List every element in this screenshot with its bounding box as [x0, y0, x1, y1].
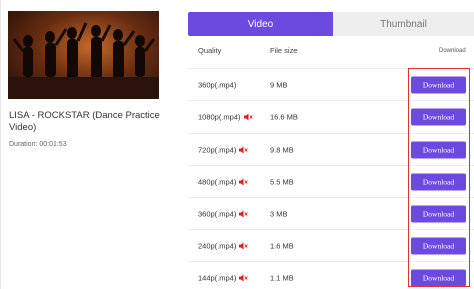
- speaker-muted-icon: [239, 274, 249, 281]
- speaker-muted-icon: [239, 178, 249, 185]
- header-download: Download: [439, 48, 466, 54]
- speaker-muted-icon: [239, 242, 249, 249]
- table-row: 720p(.mp4) 9.8 MB Download: [188, 133, 474, 165]
- file-size-cell: 3 MB: [270, 209, 288, 218]
- quality-cell: 480p(.mp4): [198, 177, 249, 186]
- table-row: 144p(.mp4) 1.1 MB Download: [188, 261, 474, 289]
- file-size-cell: 5.5 MB: [270, 177, 294, 186]
- quality-cell: 720p(.mp4): [198, 145, 249, 154]
- table-row: 480p(.mp4) 5.5 MB Download: [188, 165, 474, 197]
- dancers-image: [8, 22, 159, 99]
- table-row: 1080p(.mp4) 16.6 MB Download: [188, 100, 474, 132]
- table-row: 360p(.mp4) 9 MB Download: [188, 68, 474, 100]
- quality-label: 144p(.mp4): [198, 273, 237, 282]
- download-button[interactable]: Download: [411, 237, 466, 254]
- table-row: 240p(.mp4) 1.6 MB Download: [188, 229, 474, 261]
- header-quality: Quality: [198, 46, 222, 55]
- quality-cell: 144p(.mp4): [198, 273, 249, 282]
- video-title: LISA - ROCKSTAR (Dance Practice Video): [9, 110, 160, 133]
- tab-thumbnail[interactable]: Thumbnail: [333, 12, 474, 36]
- file-size-cell: 9 MB: [270, 80, 288, 89]
- quality-label: 480p(.mp4): [198, 177, 237, 186]
- file-size-cell: 16.6 MB: [270, 112, 298, 121]
- speaker-muted-icon: [239, 210, 249, 217]
- quality-cell: 360p(.mp4): [198, 80, 236, 89]
- quality-label: 360p(.mp4): [198, 209, 237, 218]
- file-size-cell: 9.8 MB: [270, 145, 294, 154]
- quality-label: 360p(.mp4): [198, 80, 237, 89]
- tab-video[interactable]: Video: [188, 12, 333, 36]
- video-duration: Duration: 00:01:53: [9, 141, 67, 148]
- file-size-cell: 1.1 MB: [270, 273, 294, 282]
- file-size-cell: 1.6 MB: [270, 241, 294, 250]
- table-row: 360p(.mp4) 3 MB Download: [188, 197, 474, 229]
- video-thumbnail[interactable]: [8, 11, 159, 99]
- download-button[interactable]: Download: [411, 108, 466, 125]
- download-button[interactable]: Download: [411, 205, 466, 222]
- download-button[interactable]: Download: [411, 173, 466, 190]
- header-file-size: File size: [270, 46, 298, 55]
- quality-label: 1080p(.mp4): [198, 112, 241, 121]
- quality-label: 720p(.mp4): [198, 145, 237, 154]
- speaker-muted-icon: [243, 113, 253, 120]
- format-tabs: Video Thumbnail: [188, 12, 474, 36]
- quality-cell: 1080p(.mp4): [198, 112, 253, 121]
- download-button[interactable]: Download: [411, 76, 466, 93]
- quality-cell: 360p(.mp4): [198, 209, 249, 218]
- download-button[interactable]: Download: [411, 269, 466, 286]
- left-divider: [0, 0, 1, 289]
- speaker-muted-icon: [239, 146, 249, 153]
- quality-label: 240p(.mp4): [198, 241, 237, 250]
- download-button[interactable]: Download: [411, 141, 466, 158]
- quality-cell: 240p(.mp4): [198, 241, 249, 250]
